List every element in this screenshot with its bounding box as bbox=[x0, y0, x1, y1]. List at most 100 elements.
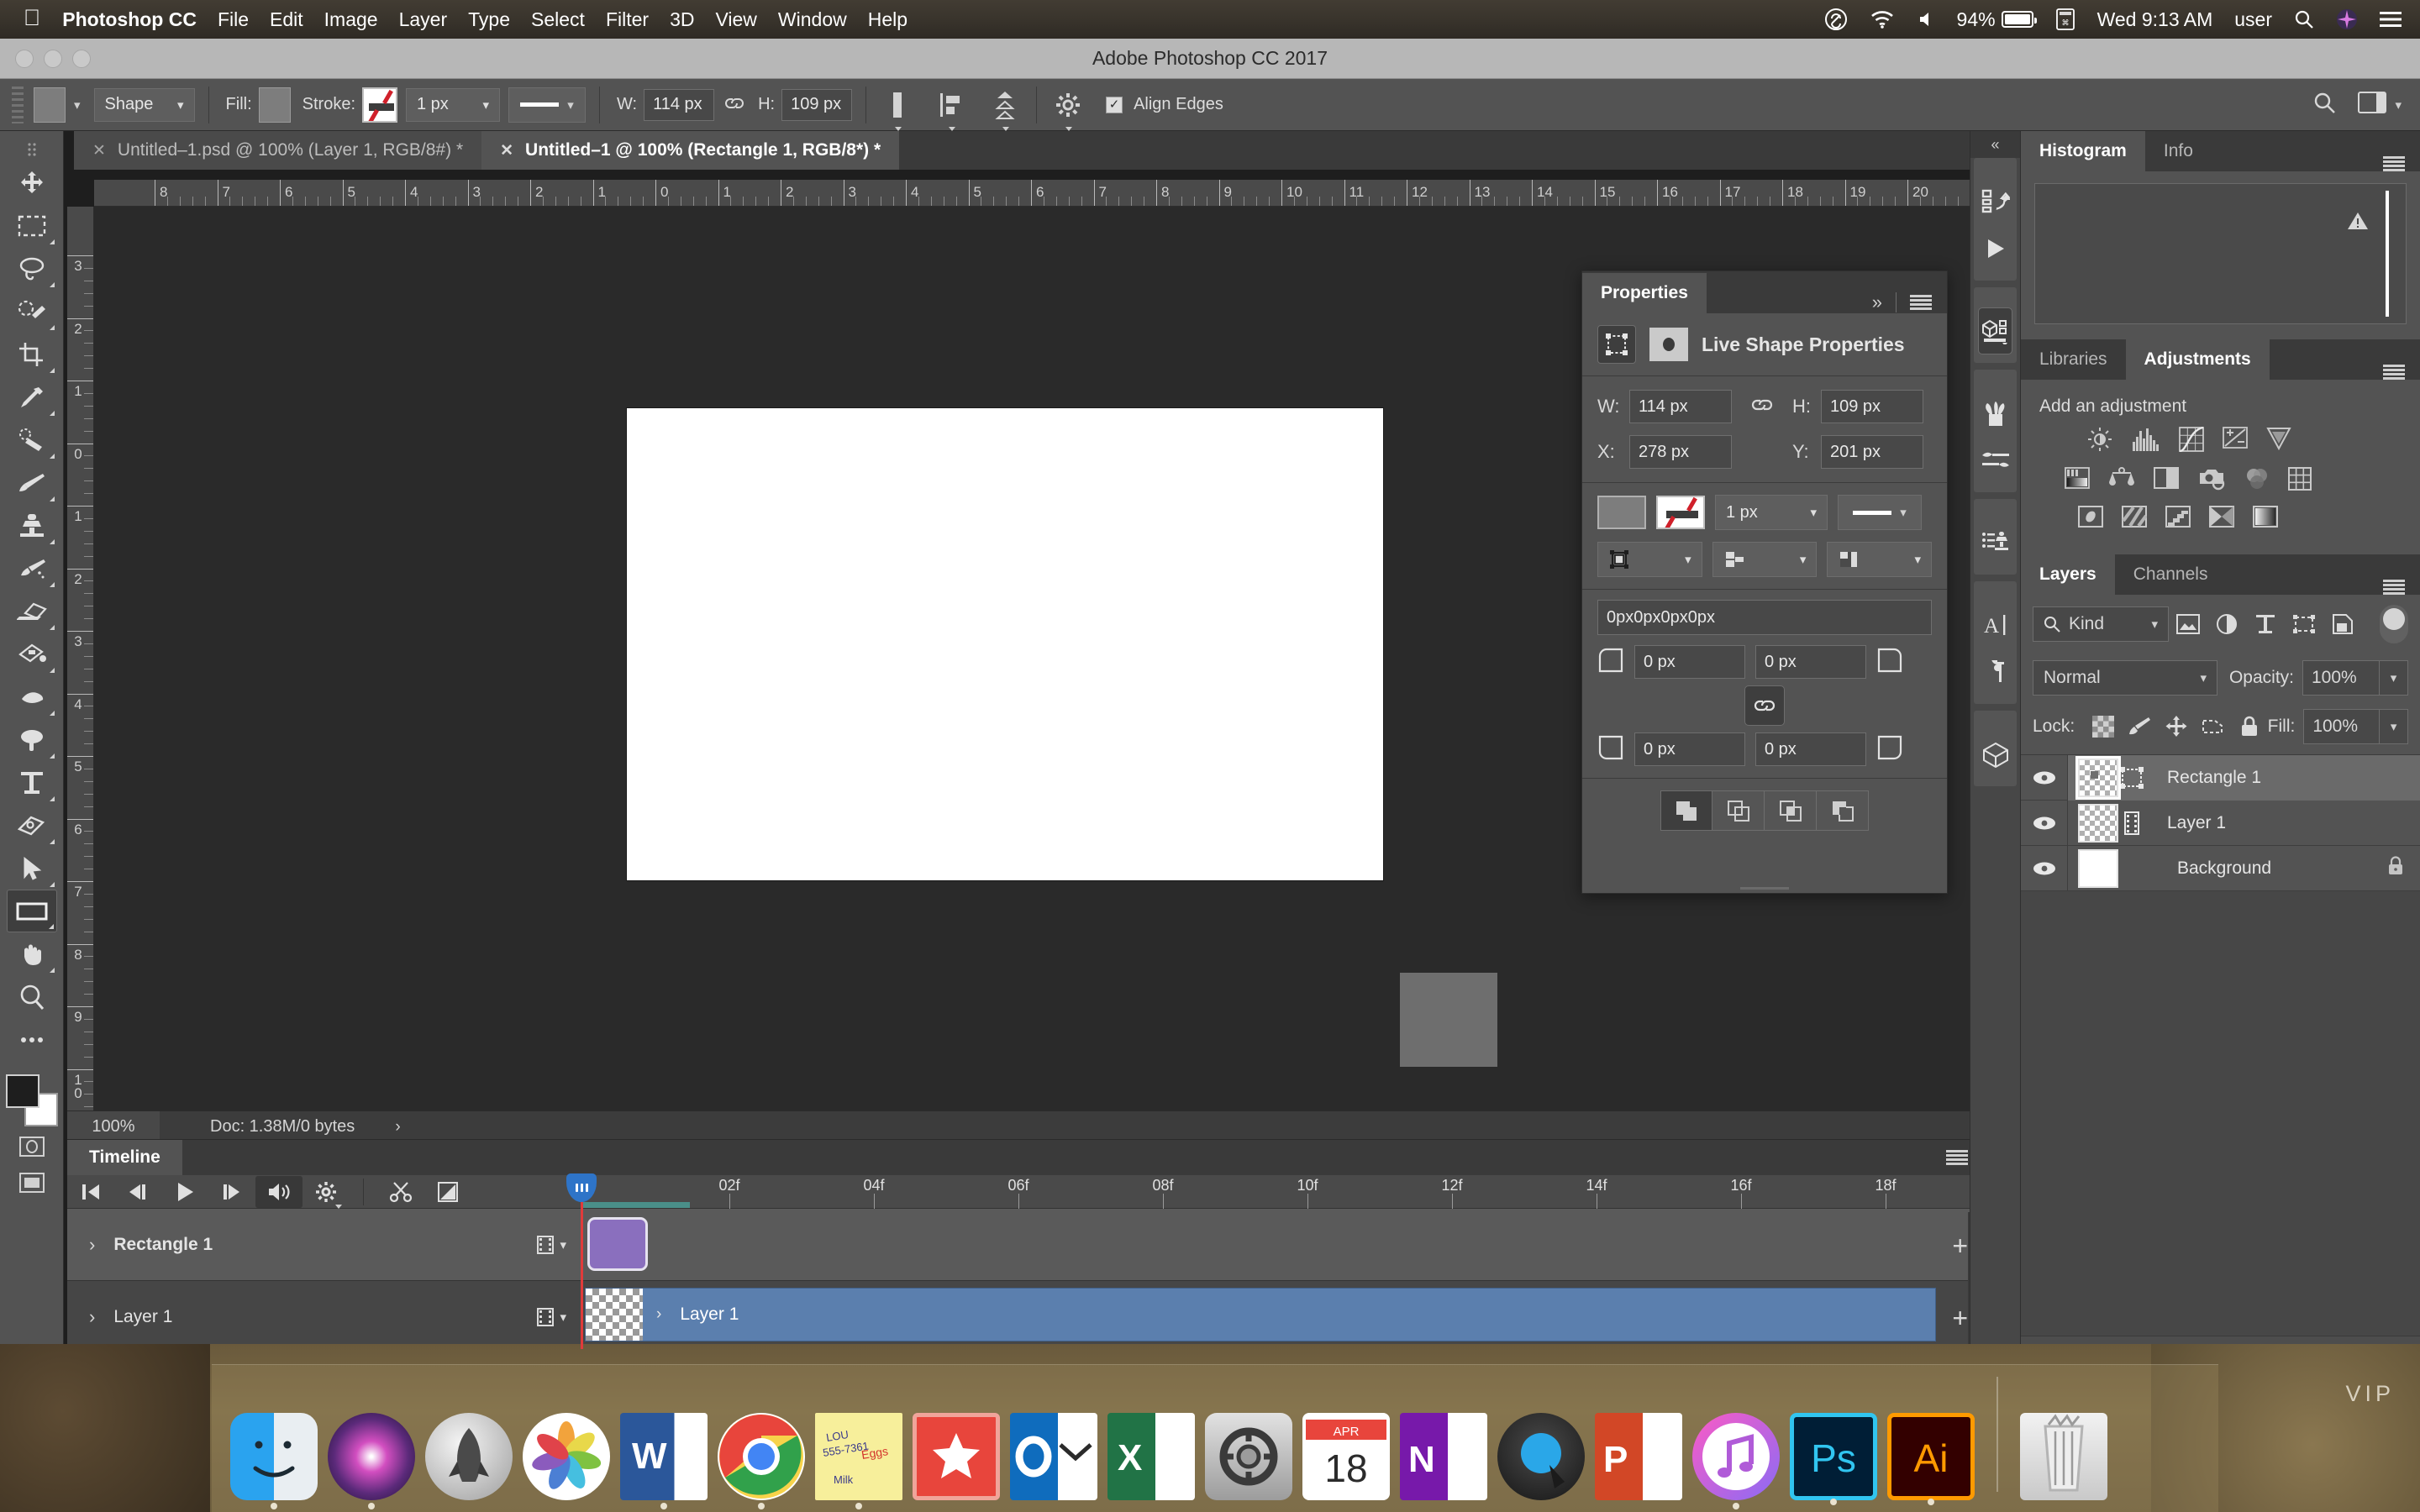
clone-stamp-tool-icon[interactable] bbox=[7, 504, 57, 547]
paragraph-icon[interactable] bbox=[1974, 648, 2017, 696]
shape-x-input[interactable]: 278 px bbox=[1629, 435, 1732, 469]
dock-item-siri[interactable] bbox=[328, 1413, 415, 1500]
properties-panel-menu-icon[interactable] bbox=[1910, 295, 1932, 310]
fill-color-swatch[interactable] bbox=[259, 87, 291, 123]
dodge-tool-icon[interactable] bbox=[7, 718, 57, 761]
timeline-row-options[interactable] bbox=[536, 1307, 566, 1327]
character-icon[interactable]: A bbox=[1974, 601, 2017, 648]
stroke-caps-select[interactable] bbox=[1712, 542, 1818, 577]
expand-chevron-right-icon[interactable]: › bbox=[89, 1234, 95, 1256]
tab-layers[interactable]: Layers bbox=[2021, 554, 2115, 595]
dock-item-itunes[interactable] bbox=[1692, 1413, 1780, 1500]
3d-panel-icon[interactable] bbox=[1978, 307, 2012, 354]
tab-channels[interactable]: Channels bbox=[2115, 554, 2227, 595]
stroke-align-select[interactable] bbox=[1597, 542, 1702, 577]
menu-item-view[interactable]: View bbox=[715, 8, 756, 31]
transition-icon[interactable] bbox=[424, 1176, 471, 1208]
timeline-row-options[interactable] bbox=[536, 1235, 566, 1255]
threshold-icon[interactable] bbox=[2165, 506, 2191, 528]
workspace-chevron-down-icon[interactable] bbox=[2395, 97, 2402, 113]
menu-item-help[interactable]: Help bbox=[868, 8, 908, 31]
shape-stroke-width-select[interactable]: 1 px bbox=[1715, 495, 1828, 530]
opacity-input[interactable]: 100% bbox=[2302, 660, 2380, 696]
timeline-row-rectangle-1[interactable]: › Rectangle 1 + bbox=[67, 1209, 1983, 1281]
dock-item-launchpad[interactable] bbox=[425, 1413, 513, 1500]
layers-panel-menu-icon[interactable] bbox=[2383, 580, 2405, 595]
vertical-ruler[interactable]: 321012345678910 bbox=[67, 207, 94, 1119]
history-icon[interactable] bbox=[1974, 178, 2017, 225]
expand-chevron-right-icon[interactable]: › bbox=[89, 1306, 95, 1328]
shape-properties-icon[interactable] bbox=[1597, 325, 1636, 364]
link-wh-icon[interactable] bbox=[714, 94, 755, 116]
filter-adjustment-icon[interactable] bbox=[2207, 606, 2246, 642]
path-exclude-button[interactable] bbox=[1817, 790, 1869, 831]
lock-artboard-icon[interactable] bbox=[2195, 711, 2231, 743]
rectangular-marquee-tool-icon[interactable] bbox=[7, 204, 57, 247]
clone-source-icon[interactable] bbox=[1974, 519, 2017, 566]
layer-name[interactable]: Layer 1 bbox=[2167, 813, 2226, 833]
tool-preset-chevron-down-icon[interactable] bbox=[74, 97, 81, 113]
collapse-panels-button[interactable]: « bbox=[1970, 131, 2020, 158]
document-canvas[interactable] bbox=[627, 408, 1383, 880]
3d-cube-icon[interactable] bbox=[1974, 731, 2017, 778]
menu-item-3d[interactable]: 3D bbox=[670, 8, 694, 31]
timeline-settings-gear-icon[interactable] bbox=[302, 1176, 350, 1208]
path-selection-tool-icon[interactable] bbox=[7, 847, 57, 890]
menu-item-edit[interactable]: Edit bbox=[270, 8, 303, 31]
tab-histogram[interactable]: Histogram bbox=[2021, 131, 2145, 171]
shape-height-input[interactable]: 109 px bbox=[1821, 390, 1923, 423]
path-operations-icon[interactable] bbox=[880, 87, 915, 123]
eraser-tool-icon[interactable] bbox=[7, 590, 57, 633]
menu-bar-username[interactable]: user bbox=[2234, 8, 2272, 31]
dock-item-wunderlist[interactable] bbox=[913, 1413, 1000, 1500]
rectangle-tool-icon[interactable] bbox=[7, 890, 57, 932]
dock-item-finder[interactable] bbox=[230, 1413, 318, 1500]
collapse-panel-icon[interactable]: » bbox=[1872, 291, 1882, 313]
dock-item-illustrator[interactable]: Ai bbox=[1887, 1413, 1975, 1500]
document-tab-untitled-1-psd[interactable]: ✕ Untitled–1.psd @ 100% (Layer 1, RGB/8#… bbox=[74, 131, 481, 170]
menu-item-image[interactable]: Image bbox=[324, 8, 378, 31]
path-subtract-button[interactable] bbox=[1712, 790, 1765, 831]
filter-shape-icon[interactable] bbox=[2285, 606, 2323, 642]
brush-settings-icon[interactable] bbox=[1974, 437, 2017, 484]
shape-mode-select[interactable]: Shape bbox=[94, 88, 195, 122]
path-arrangement-icon[interactable] bbox=[987, 87, 1023, 123]
brush-tool-icon[interactable] bbox=[7, 461, 57, 504]
menu-item-app-name[interactable]: Photoshop CC bbox=[62, 8, 197, 31]
menu-item-type[interactable]: Type bbox=[468, 8, 510, 31]
layer-row-content[interactable]: Rectangle 1 bbox=[2068, 755, 2420, 801]
menu-item-filter[interactable]: Filter bbox=[606, 8, 649, 31]
layer-thumbnail[interactable] bbox=[2078, 804, 2118, 843]
layer-visibility-eye-icon[interactable] bbox=[2021, 755, 2068, 801]
fill-chevron-down-icon[interactable] bbox=[2380, 709, 2408, 744]
timeline-row-chevron-down-icon[interactable] bbox=[560, 1237, 566, 1252]
lock-position-icon[interactable] bbox=[2158, 711, 2194, 743]
exposure-icon[interactable] bbox=[2223, 427, 2248, 452]
tab-timeline[interactable]: Timeline bbox=[67, 1140, 182, 1175]
workspace-switcher-icon[interactable] bbox=[2358, 92, 2386, 118]
video-layer-badge[interactable] bbox=[2113, 804, 2150, 843]
next-frame-icon[interactable] bbox=[208, 1176, 255, 1208]
creative-cloud-icon[interactable] bbox=[1824, 8, 1848, 31]
timeline-track[interactable]: + bbox=[580, 1209, 1983, 1280]
go-to-first-frame-icon[interactable] bbox=[67, 1176, 114, 1208]
audio-icon[interactable] bbox=[255, 1176, 302, 1208]
eyedropper-tool-icon[interactable] bbox=[7, 375, 57, 418]
timeline-ruler[interactable]: 02f04f06f08f10f12f14f16f18f bbox=[580, 1175, 1983, 1209]
channel-mixer-icon[interactable] bbox=[2244, 467, 2270, 491]
battery-status[interactable]: 94% bbox=[1957, 8, 2033, 31]
history-brush-tool-icon[interactable] bbox=[7, 547, 57, 590]
tab-adjustments[interactable]: Adjustments bbox=[2126, 339, 2270, 380]
dock-item-stickies[interactable]: LOU555-7361EggsMilk bbox=[815, 1413, 902, 1500]
rectangle-shape[interactable] bbox=[1400, 973, 1497, 1067]
timeline-clip-purple[interactable] bbox=[587, 1217, 648, 1271]
menu-bar-clock[interactable]: Wed 9:13 AM bbox=[2097, 8, 2213, 31]
more-tools-icon[interactable] bbox=[7, 1018, 57, 1061]
screen-mode-icon[interactable] bbox=[19, 1173, 45, 1197]
horizontal-ruler[interactable]: 8765432101234567891011121314151617181920… bbox=[94, 180, 1983, 207]
play-icon[interactable] bbox=[161, 1176, 208, 1208]
layer-row-background[interactable]: Background bbox=[2021, 846, 2420, 891]
adjustments-panel-menu-icon[interactable] bbox=[2383, 365, 2405, 380]
invert-icon[interactable] bbox=[2078, 506, 2103, 528]
zoom-tool-icon[interactable] bbox=[7, 975, 57, 1018]
